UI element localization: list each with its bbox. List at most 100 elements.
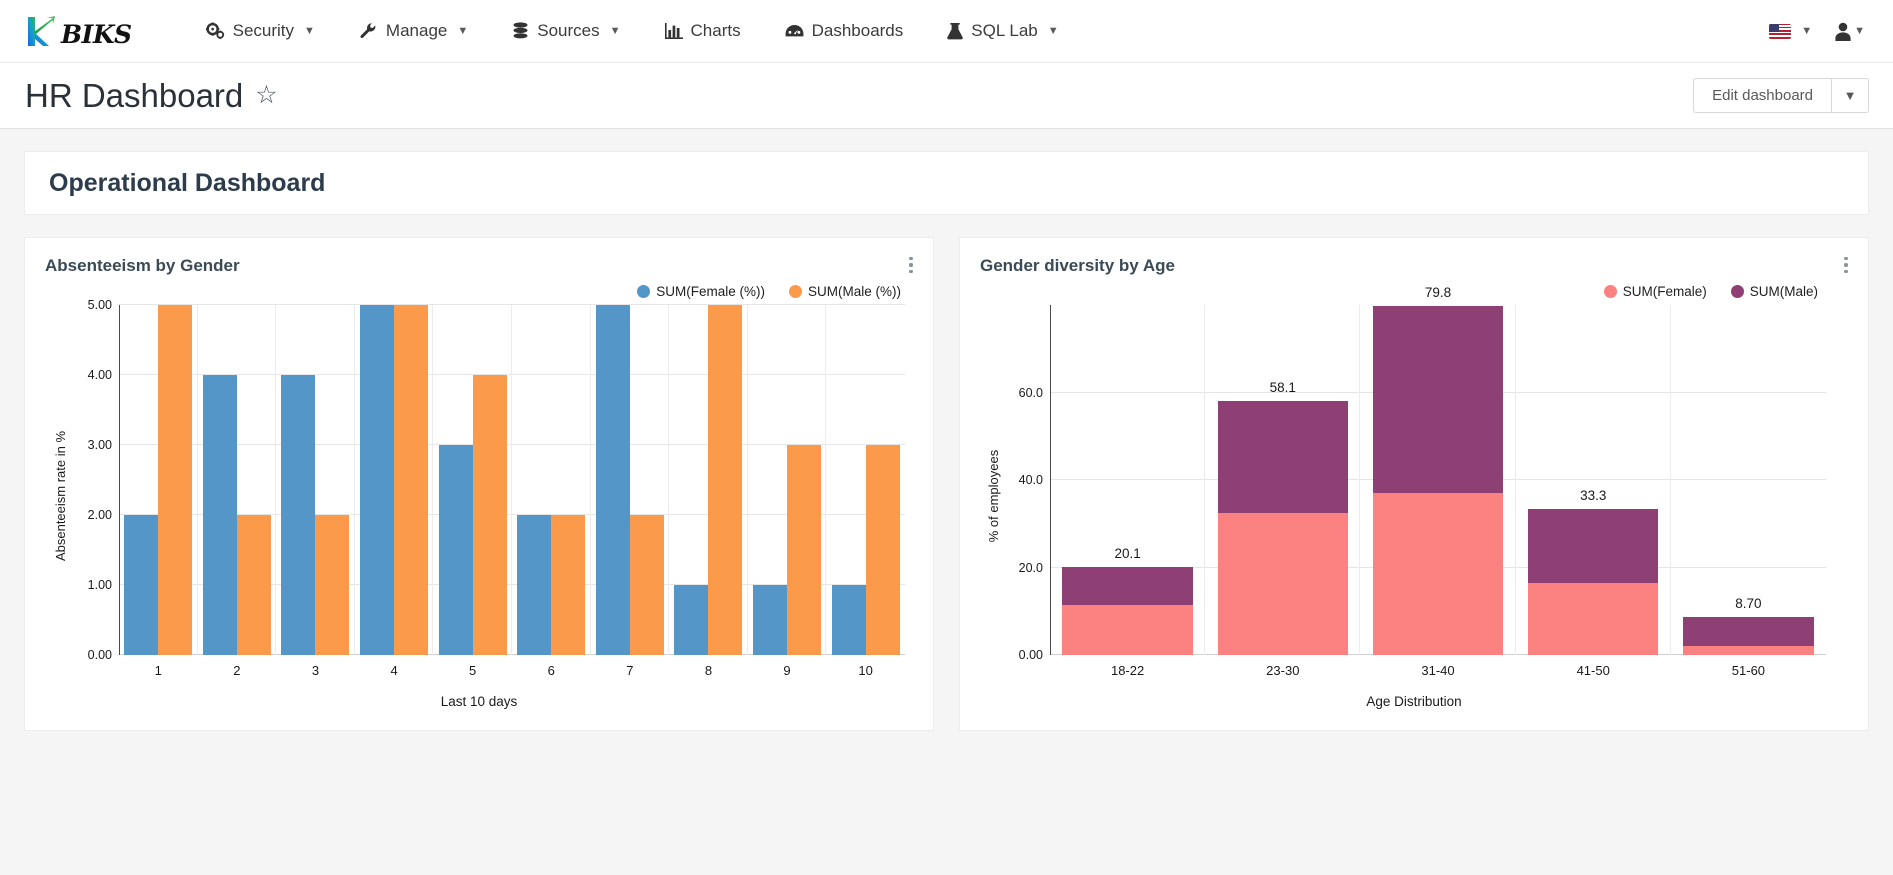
bar-segment-female[interactable]: [1528, 582, 1659, 655]
legend-color-swatch: [789, 285, 802, 298]
bar-female[interactable]: [360, 305, 395, 655]
bar-segment-male[interactable]: [1372, 305, 1504, 494]
bar-male[interactable]: [865, 445, 900, 655]
stacked-bar[interactable]: [1528, 509, 1659, 655]
bar-female[interactable]: [595, 305, 630, 655]
nav-item-dashboards[interactable]: Dashboards: [763, 0, 926, 63]
legend-item[interactable]: SUM(Male (%)): [789, 284, 901, 299]
chart-card-absenteeism: Absenteeism by Gender SUM(Female (%)) SUM…: [24, 237, 934, 731]
bar-female[interactable]: [124, 515, 159, 655]
bar-group: 2: [198, 305, 277, 678]
bar-segment-male[interactable]: [1683, 616, 1814, 647]
x-axis-tick: 41-50: [1576, 663, 1610, 678]
page-title-text: HR Dashboard: [25, 76, 244, 114]
chart-title: Gender diversity by Age: [980, 256, 1175, 275]
bars-container: 20.1 18-22 58.1 23-30 79.8 31-40 33.3 41-50 8.70…: [1050, 285, 1826, 678]
x-axis-tick: 51-60: [1731, 663, 1766, 678]
brand-name: BIKS: [61, 20, 132, 49]
k-arrow-icon: [22, 10, 64, 52]
stacked-bar[interactable]: [1372, 305, 1504, 655]
bar-segment-male[interactable]: [1062, 567, 1193, 605]
bar-segment-male[interactable]: [1217, 400, 1348, 513]
legend-color-swatch: [637, 285, 651, 298]
wrench-icon: [359, 22, 378, 40]
chart-title: Absenteeism by Gender: [45, 256, 240, 275]
bar-segment-female[interactable]: [1683, 646, 1814, 655]
legend-item[interactable]: SUM(Male): [1730, 284, 1818, 299]
bar-female[interactable]: [753, 585, 788, 655]
legend-color-swatch: [1603, 285, 1617, 298]
bar-female[interactable]: [831, 585, 866, 655]
bar-male[interactable]: [236, 515, 271, 655]
star-outline-icon[interactable]: ☆: [255, 83, 277, 108]
bar-male[interactable]: [394, 305, 429, 655]
nav-item-sql-lab[interactable]: SQL Lab ▼: [925, 0, 1080, 63]
edit-dashboard-button[interactable]: Edit dashboard: [1693, 78, 1832, 113]
chart-menu-button[interactable]: [903, 254, 919, 276]
flask-icon: [947, 22, 964, 40]
nav-item-charts[interactable]: Charts: [643, 0, 763, 63]
nav-item-sources[interactable]: Sources ▼: [490, 0, 642, 63]
bar-group: 20.1 18-22: [1050, 305, 1206, 678]
x-axis-label: Age Distribution: [1366, 694, 1462, 709]
chart-plot-area: Absenteeism rate in % 0.00 1.00 2.00 3.00 4.0…: [45, 298, 913, 687]
plot-inner: 0.00 20.0 40.0 60.0 20.1 18-22 58.1 23-30 79.8 31…: [1019, 285, 1826, 678]
bar-female[interactable]: [674, 585, 709, 655]
chevron-down-icon: ▼: [457, 25, 469, 37]
chart-menu-button[interactable]: [1838, 254, 1854, 276]
bar-group: 8: [669, 305, 748, 678]
bar-male[interactable]: [551, 515, 586, 655]
bar-segment-male[interactable]: [1528, 509, 1659, 583]
bar-male[interactable]: [708, 305, 743, 655]
bar-group: 9: [748, 305, 827, 678]
brand-logo-link[interactable]: BIKS: [22, 10, 132, 52]
chevron-down-icon: ▼: [1854, 25, 1865, 37]
y-axis-tick: 5.00: [87, 298, 112, 312]
nav-label-sources: Sources: [537, 21, 600, 40]
bar-female[interactable]: [517, 515, 552, 655]
bar-total-label: 8.70: [1735, 595, 1762, 611]
legend-label: SUM(Male (%)): [808, 284, 901, 299]
nav-label-manage: Manage: [385, 21, 448, 40]
x-axis-tick: 23-30: [1266, 663, 1300, 678]
bar-female[interactable]: [438, 445, 473, 655]
chevron-down-icon: ▼: [609, 25, 621, 37]
chevron-down-icon: ▼: [1801, 25, 1813, 37]
language-selector[interactable]: ▼: [1759, 23, 1822, 39]
x-axis-tick: 2: [233, 663, 241, 678]
bar-female[interactable]: [202, 375, 237, 655]
bar-segment-female[interactable]: [1062, 604, 1193, 655]
nav-item-security[interactable]: Security ▼: [184, 0, 337, 63]
stacked-bar[interactable]: [1062, 567, 1193, 655]
bar-male[interactable]: [787, 445, 822, 655]
chart-card-gender-diversity: Gender diversity by Age SUM(Female) SUM(M…: [959, 237, 1869, 731]
legend-item[interactable]: SUM(Female (%)): [637, 284, 765, 299]
legend-label: SUM(Female): [1622, 284, 1707, 299]
user-menu[interactable]: ▼: [1828, 22, 1871, 41]
bar-segment-female[interactable]: [1217, 512, 1348, 655]
y-axis-label: Absenteeism rate in %: [53, 430, 68, 562]
x-axis-tick: 6: [547, 663, 555, 678]
user-icon: [1834, 22, 1852, 41]
bar-group: 79.8 31-40: [1360, 285, 1516, 678]
bar-male[interactable]: [315, 515, 350, 655]
bar-female[interactable]: [281, 375, 316, 655]
bar-male[interactable]: [629, 515, 664, 655]
chevron-down-icon: ▼: [304, 25, 315, 37]
nav-label-dashboards: Dashboards: [811, 21, 904, 40]
nav-item-manage[interactable]: Manage ▼: [337, 0, 490, 63]
y-axis-tick: 20.0: [1018, 560, 1043, 575]
bar-male[interactable]: [472, 375, 507, 655]
y-axis-tick: 3.00: [87, 438, 112, 452]
stacked-bar[interactable]: [1217, 400, 1348, 655]
bar-segment-female[interactable]: [1372, 493, 1504, 655]
nav-items: Security ▼ Manage ▼ Sources ▼ Charts Das…: [184, 0, 1081, 63]
bar-group: 3: [276, 305, 355, 678]
edit-dashboard-dropdown[interactable]: ▼: [1832, 78, 1869, 113]
y-axis-tick: 60.0: [1018, 385, 1043, 400]
bar-group: 6: [512, 305, 591, 678]
stacked-bar[interactable]: [1683, 616, 1814, 655]
bar-male[interactable]: [158, 305, 193, 655]
legend-color-swatch: [1730, 285, 1744, 298]
legend-item[interactable]: SUM(Female): [1603, 284, 1707, 299]
